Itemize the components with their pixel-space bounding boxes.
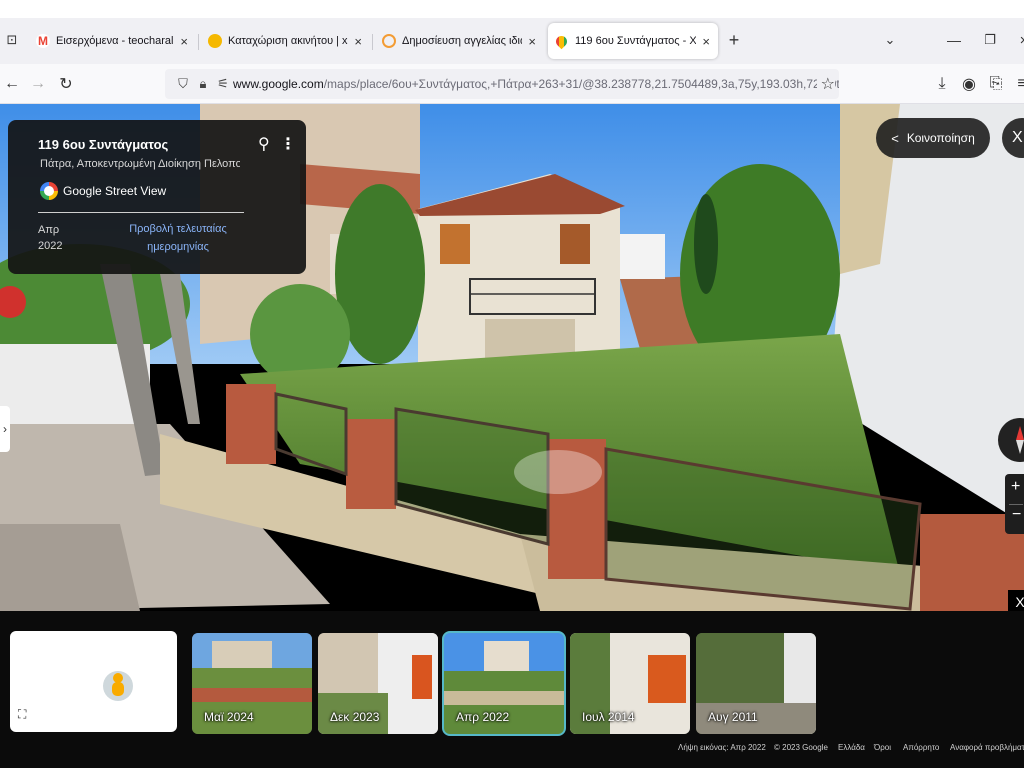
google-icon bbox=[40, 182, 58, 200]
privacy-link[interactable]: Απόρρητο bbox=[903, 743, 939, 752]
timeline-date-label: Δεκ 2023 bbox=[330, 710, 380, 724]
timeline-date-label: Ιουλ 2014 bbox=[582, 710, 635, 724]
location-info-card: 119 6ου Συντάγματος Πάτρα, Αποκεντρωμένη… bbox=[8, 120, 306, 274]
restore-icon[interactable]: ❐ bbox=[978, 28, 1002, 52]
tab-ad[interactable]: Δημοσίευση αγγελίας ιδιώτη | Σ × bbox=[374, 23, 544, 59]
timeline-thumb-apr-2022[interactable]: Απρ 2022 bbox=[442, 631, 566, 736]
tab-label: Δημοσίευση αγγελίας ιδιώτη | Σ bbox=[402, 35, 522, 47]
zoom-in-button[interactable]: + bbox=[1011, 478, 1020, 496]
tab-label: Εισερχόμενα - teocharalampou bbox=[56, 35, 174, 47]
zoom-out-button[interactable]: − bbox=[1012, 506, 1021, 524]
capture-date-text: Λήψη εικόνας: Απρ 2022 bbox=[678, 743, 766, 752]
tab-xe[interactable]: Καταχώριση ακινήτου | xe.gr × bbox=[200, 23, 370, 59]
street-view-label: Google Street View bbox=[63, 184, 167, 198]
timeline-thumb-dec-2023[interactable]: Δεκ 2023 bbox=[318, 633, 438, 734]
capture-month: Απρ bbox=[38, 224, 60, 236]
app-menu-icon[interactable]: ≡ bbox=[1010, 72, 1024, 96]
back-icon[interactable]: ← bbox=[0, 72, 24, 96]
tab-separator bbox=[372, 34, 373, 50]
new-tab-button[interactable]: + bbox=[722, 28, 746, 52]
tab-label: 119 6ου Συντάγματος - Χάρτες bbox=[575, 35, 697, 47]
map-pin-icon[interactable]: ⚲ bbox=[258, 134, 270, 154]
tab-maps[interactable]: 119 6ου Συντάγματος - Χάρτες × bbox=[548, 23, 718, 59]
maps-pin-icon bbox=[553, 33, 570, 49]
url-bar[interactable]: ⛉ 🔒︎ ⚟ www.google.com /maps/place/6ου+Συ… bbox=[165, 69, 839, 99]
navigation-bar: ← → ↻ ⛉ 🔒︎ ⚟ www.google.com /maps/place/… bbox=[0, 64, 1024, 104]
list-all-tabs-icon[interactable]: ⌄ bbox=[878, 28, 902, 52]
ad-icon bbox=[382, 34, 396, 48]
map-footer: Λήψη εικόνας: Απρ 2022 © 2023 Google Ελλ… bbox=[0, 742, 1024, 755]
share-label: Κοινοποίηση bbox=[906, 131, 975, 145]
bookmark-star-icon[interactable]: ☆ bbox=[816, 74, 835, 94]
shield-icon[interactable]: ⛉ bbox=[173, 76, 193, 92]
timeline-date-label: Απρ 2022 bbox=[456, 710, 510, 724]
extensions-icon[interactable]: ⎘ bbox=[984, 72, 1008, 96]
share-icon: < bbox=[891, 130, 899, 146]
minimize-icon[interactable]: — bbox=[942, 28, 966, 52]
see-latest-date-link-line2[interactable]: ημερομηνίας bbox=[118, 241, 238, 253]
window-close-icon[interactable]: × bbox=[1012, 28, 1024, 52]
timeline-date-label: Αυγ 2011 bbox=[708, 710, 758, 724]
street-view-panorama[interactable]: 119 6ου Συντάγματος Πάτρα, Αποκεντρωμένη… bbox=[0, 104, 1024, 611]
more-options-icon[interactable]: ⋮ bbox=[280, 134, 296, 154]
url-path: /maps/place/6ου+Συντάγματος,+Πάτρα+263+3… bbox=[323, 77, 839, 91]
permissions-icon[interactable]: ⚟ bbox=[213, 76, 233, 92]
tab-label: Καταχώριση ακινήτου | xe.gr bbox=[228, 35, 348, 47]
minimap[interactable]: ⛶ bbox=[10, 631, 177, 732]
copyright-text: © 2023 Google bbox=[774, 743, 828, 752]
account-icon[interactable]: ◉ bbox=[957, 72, 981, 96]
tab-close-icon[interactable]: × bbox=[354, 34, 362, 49]
tab-bar: ⊡ M Εισερχόμενα - teocharalampou × Καταχ… bbox=[0, 18, 1024, 64]
tab-close-icon[interactable]: × bbox=[528, 34, 536, 49]
tab-separator bbox=[198, 34, 199, 50]
xe-icon bbox=[208, 34, 222, 48]
expand-map-icon[interactable]: ⛶ bbox=[18, 707, 26, 722]
timeline-thumb-aug-2011[interactable]: Αυγ 2011 bbox=[696, 633, 816, 734]
report-problem-link[interactable]: Αναφορά προβλήματος bbox=[950, 743, 1024, 752]
gmail-icon: M bbox=[36, 34, 50, 48]
see-latest-date-link[interactable]: Προβολή τελευταίας bbox=[118, 223, 238, 235]
browser-chrome: ⊡ M Εισερχόμενα - teocharalampou × Καταχ… bbox=[0, 0, 1024, 104]
reload-icon[interactable]: ↻ bbox=[54, 72, 78, 96]
divider bbox=[38, 212, 244, 213]
downloads-icon[interactable]: ⤓ bbox=[930, 72, 954, 96]
collapse-side-panel-icon[interactable]: › bbox=[0, 406, 10, 452]
timeline-strip: ⛶ Μαϊ 2024 Δεκ 2023 Απρ 2022 Ιουλ 2014 Α… bbox=[0, 611, 1024, 768]
zoom-control: + − bbox=[1005, 474, 1024, 534]
tab-close-icon[interactable]: × bbox=[702, 34, 710, 49]
pegman-icon bbox=[103, 671, 133, 701]
forward-icon[interactable]: → bbox=[26, 72, 50, 96]
share-button[interactable]: < Κοινοποίηση bbox=[876, 118, 990, 158]
timeline-thumb-jul-2014[interactable]: Ιουλ 2014 bbox=[570, 633, 690, 734]
capture-year: 2022 bbox=[38, 240, 63, 252]
country-link[interactable]: Ελλάδα bbox=[838, 743, 865, 752]
tab-close-icon[interactable]: × bbox=[180, 34, 188, 49]
terms-link[interactable]: Όροι bbox=[874, 743, 891, 752]
lock-icon[interactable]: 🔒︎ bbox=[193, 76, 213, 92]
tab-gmail[interactable]: M Εισερχόμενα - teocharalampou × bbox=[28, 23, 196, 59]
location-subtitle: Πάτρα, Αποκεντρωμένη Διοίκηση Πελοπο... bbox=[40, 158, 240, 170]
window-top-strip bbox=[0, 0, 1024, 18]
timeline-thumb-may-2024[interactable]: Μαϊ 2024 bbox=[192, 633, 312, 734]
location-title: 119 6ου Συντάγματος bbox=[38, 137, 169, 152]
zoom-divider bbox=[1009, 504, 1023, 505]
url-host: www.google.com bbox=[233, 77, 324, 91]
tab-list-icon[interactable]: ⊡ bbox=[0, 28, 24, 52]
timeline-date-label: Μαϊ 2024 bbox=[204, 710, 254, 724]
